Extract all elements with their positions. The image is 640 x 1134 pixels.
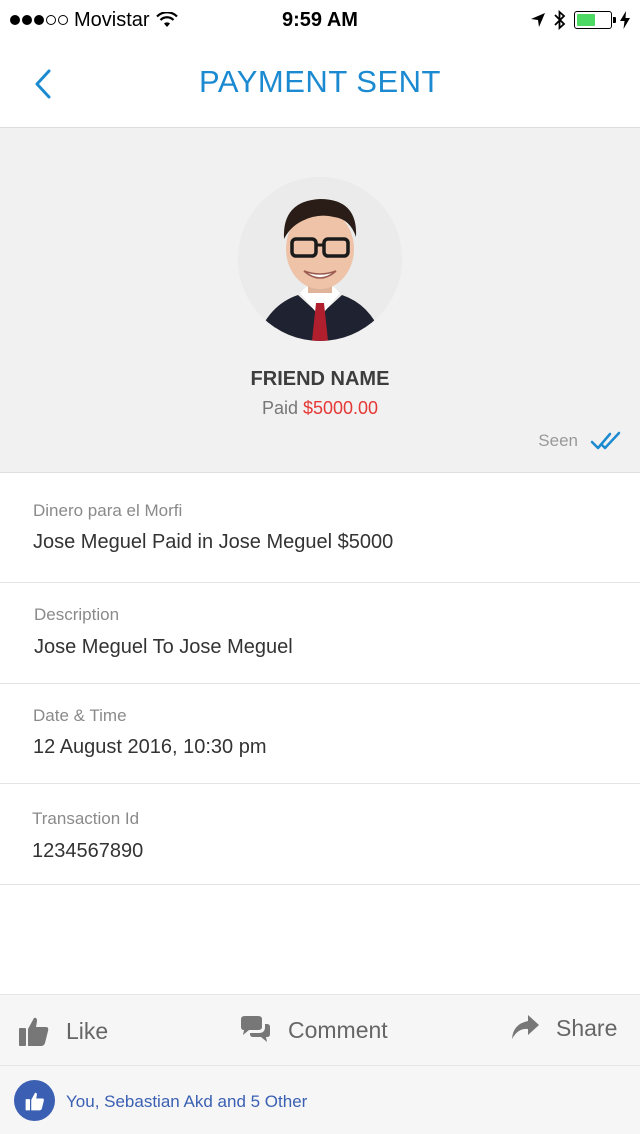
action-bar: Like Comment Share xyxy=(0,994,640,1066)
paid-label: Paid xyxy=(261,398,298,418)
like-badge xyxy=(14,1080,55,1121)
double-check-icon xyxy=(590,431,621,450)
nav-header: PAYMENT SENT xyxy=(0,40,640,128)
carrier-info: Movistar xyxy=(10,9,178,32)
like-label: Like xyxy=(66,1017,109,1044)
seen-status: Seen xyxy=(538,431,622,451)
detail-value: 1234567890 xyxy=(32,840,144,862)
thumbs-up-icon xyxy=(19,1017,49,1046)
detail-label: Transaction Id xyxy=(32,809,140,828)
detail-row-title: Dinero para el Morfi Jose Meguel Paid in… xyxy=(0,473,640,583)
detail-row-datetime: Date & Time 12 August 2016, 10:30 pm xyxy=(0,684,640,784)
comment-label: Comment xyxy=(288,1016,388,1043)
wifi-icon xyxy=(155,12,178,27)
carrier-name: Movistar xyxy=(74,8,150,31)
thumbs-up-icon xyxy=(25,1092,44,1110)
detail-label: Dinero para el Morfi xyxy=(33,501,183,520)
seen-label: Seen xyxy=(538,431,578,450)
avatar-image xyxy=(238,177,402,341)
detail-label: Description xyxy=(34,605,120,624)
detail-value: Jose Meguel To Jose Meguel xyxy=(34,636,293,658)
page-title: PAYMENT SENT xyxy=(199,64,441,99)
comment-button[interactable]: Comment xyxy=(238,1015,388,1045)
share-label: Share xyxy=(556,1014,618,1041)
detail-row-description: Description Jose Meguel To Jose Meguel xyxy=(0,583,640,684)
battery-icon xyxy=(574,11,616,29)
battery-level xyxy=(577,14,595,26)
status-right xyxy=(530,10,630,30)
friend-name: FRIEND NAME xyxy=(250,368,390,390)
like-button[interactable]: Like xyxy=(18,1015,108,1047)
share-arrow-icon xyxy=(512,1015,539,1039)
location-arrow-icon xyxy=(531,13,545,27)
detail-value: Jose Meguel Paid in Jose Meguel $5000 xyxy=(33,531,394,553)
likes-summary-bar: You, Sebastian Akd and 5 Other xyxy=(0,1066,640,1134)
detail-row-transaction-id: Transaction Id 1234567890 xyxy=(0,784,640,885)
detail-value: 12 August 2016, 10:30 pm xyxy=(33,736,267,758)
signal-strength-icon xyxy=(10,15,68,25)
comment-icon xyxy=(241,1016,270,1042)
paid-amount: $5000.00 xyxy=(302,398,379,418)
bluetooth-icon xyxy=(554,10,566,30)
charging-icon xyxy=(620,11,630,29)
share-button[interactable]: Share xyxy=(510,1013,617,1043)
avatar[interactable] xyxy=(238,177,402,341)
detail-label: Date & Time xyxy=(33,706,127,725)
status-bar: Movistar 9:59 AM xyxy=(0,0,640,40)
paid-line: Paid $5000.00 xyxy=(0,398,640,419)
profile-section: FRIEND NAME Paid $5000.00 Seen xyxy=(0,128,640,473)
likes-summary-text[interactable]: You, Sebastian Akd and 5 Other xyxy=(66,1092,307,1112)
